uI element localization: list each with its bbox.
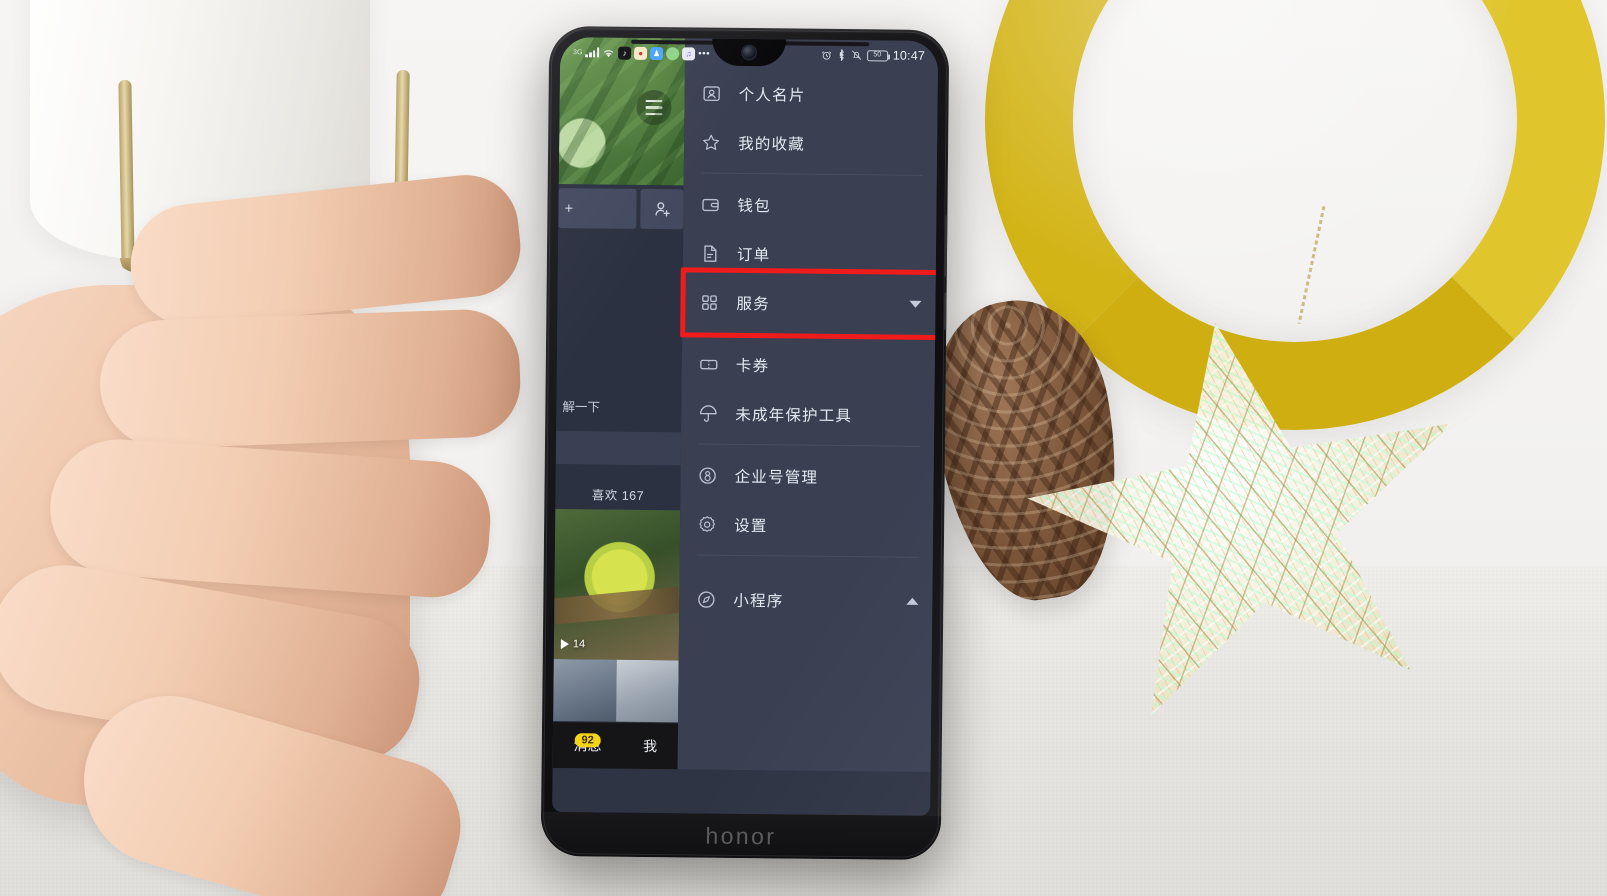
music-icon: ♫ [682,46,696,60]
menu-label-enterprise-account: 企业号管理 [734,468,819,487]
gear-icon [697,514,717,534]
video-thumbnail-row [553,659,679,723]
messages-badge: 92 [574,733,601,748]
status-bar-right: 50 10:47 [821,48,925,63]
menu-label-cards-coupons: 卡券 [735,357,770,375]
nav-item-me[interactable]: 我 [643,736,657,756]
menu-item-orders[interactable]: 订单 [683,228,936,280]
play-count-badge: 14 [560,638,586,651]
menu-label-services: 服务 [736,295,770,313]
clock-label: 10:47 [892,48,926,63]
menu-item-settings[interactable]: 设置 [680,499,933,551]
hand [0,165,570,896]
profile-bio-text: 解一下 [562,400,600,415]
side-drawer-menu: 个人名片 我的收藏 钱包 订单 服务 卡券 未成年保护工具 企业号管理 设置 小… [677,38,939,772]
menu-label-mini-programs: 小程序 [733,592,784,610]
menu-item-wallet[interactable]: 钱包 [683,179,936,231]
index-finger [124,169,526,333]
menu-item-mini-programs[interactable]: 小程序 [679,574,932,626]
honor-logo: honor [705,822,777,849]
phone-device: 3G ♪ ● ♟ ♫ ••• 50 10:47 + 解一下 喜欢 167 14 … [540,25,950,861]
front-camera-icon [742,45,756,60]
circle-eight-icon [698,465,718,485]
menu-item-cards-coupons[interactable]: 卡券 [682,339,935,391]
profile-action-row: + [558,184,684,230]
alarm-icon [821,50,831,60]
add-friend-button[interactable] [640,188,684,230]
menu-divider-3 [697,443,920,447]
status-bar-left: 3G ♪ ● ♟ ♫ ••• [573,46,710,60]
network-type-label: 3G [573,48,583,56]
umbrella-icon [698,403,718,423]
bluetooth-icon [839,49,844,61]
wifi-icon [604,49,614,57]
menu-label-minor-protection: 未成年保护工具 [735,406,853,425]
menu-item-minor-protection[interactable]: 未成年保护工具 [681,388,934,440]
services-highlight-wrapper: 服务 [680,267,939,341]
hamburger-menu-icon[interactable] [636,89,672,126]
silent-bell-icon [851,50,861,60]
menu-label-my-favorites: 我的收藏 [738,135,806,154]
grid-icon [699,292,719,312]
star-icon [701,132,721,152]
menu-label-personal-card: 个人名片 [738,86,806,105]
app-icon-blue: ♟ [650,46,664,60]
star-wireframe [999,285,1502,755]
menu-divider-4 [696,554,919,558]
add-friend-icon [654,202,670,217]
phone-screen: 3G ♪ ● ♟ ♫ ••• 50 10:47 + 解一下 喜欢 167 14 … [552,37,939,816]
nav-label-me: 我 [642,737,658,755]
contact-card-icon [702,83,722,103]
compass-icon [696,589,716,609]
profile-tabs-bar[interactable] [555,431,682,466]
wallet-icon [700,194,720,214]
menu-label-wallet: 钱包 [737,197,771,215]
play-icon [560,639,569,650]
ticket-icon [699,354,719,374]
likes-label: 喜欢 167 [591,488,645,503]
app-icon-red: ● [634,46,648,60]
menu-label-orders: 订单 [736,246,771,264]
phone-chin: honor [540,811,942,861]
chat-icon [666,46,680,60]
menu-item-my-favorites[interactable]: 我的收藏 [684,117,937,169]
menu-item-personal-card[interactable]: 个人名片 [684,68,937,120]
menu-divider-1 [700,172,923,176]
bottom-navigation: 92 消息 我 [552,722,679,770]
video-thumbnail[interactable]: 14 [553,509,681,661]
document-icon [700,243,720,263]
chevron-down-icon[interactable] [909,300,922,308]
menu-item-services[interactable]: 服务 [682,277,935,329]
battery-icon: 50 [866,49,888,61]
glitter-star-ornament [999,285,1502,755]
menu-label-settings: 设置 [734,517,768,535]
nav-item-messages[interactable]: 92 消息 [573,733,602,755]
video-thumbnail-small-1[interactable] [553,659,617,722]
edit-profile-button[interactable]: + [558,188,637,229]
play-count-value: 14 [572,638,586,651]
tiktok-icon: ♪ [618,46,632,60]
signal-bars-icon [585,47,600,58]
video-thumbnail-small-2[interactable] [615,659,679,723]
app-container: + 解一下 喜欢 167 14 92 我 个人名片 我的收藏 钱包 订单 服务 … [552,37,939,772]
profile-bio-block: 解一下 [556,228,683,416]
menu-item-enterprise-account[interactable]: 企业号管理 [680,450,933,502]
profile-pane: + 解一下 喜欢 167 14 92 我 [552,37,686,770]
video-grid: 14 [553,509,681,723]
menu-divider-2 [699,332,922,336]
middle-finger [97,307,523,451]
more-notifications-icon: ••• [698,47,711,60]
chevron-up-icon[interactable] [906,597,919,605]
